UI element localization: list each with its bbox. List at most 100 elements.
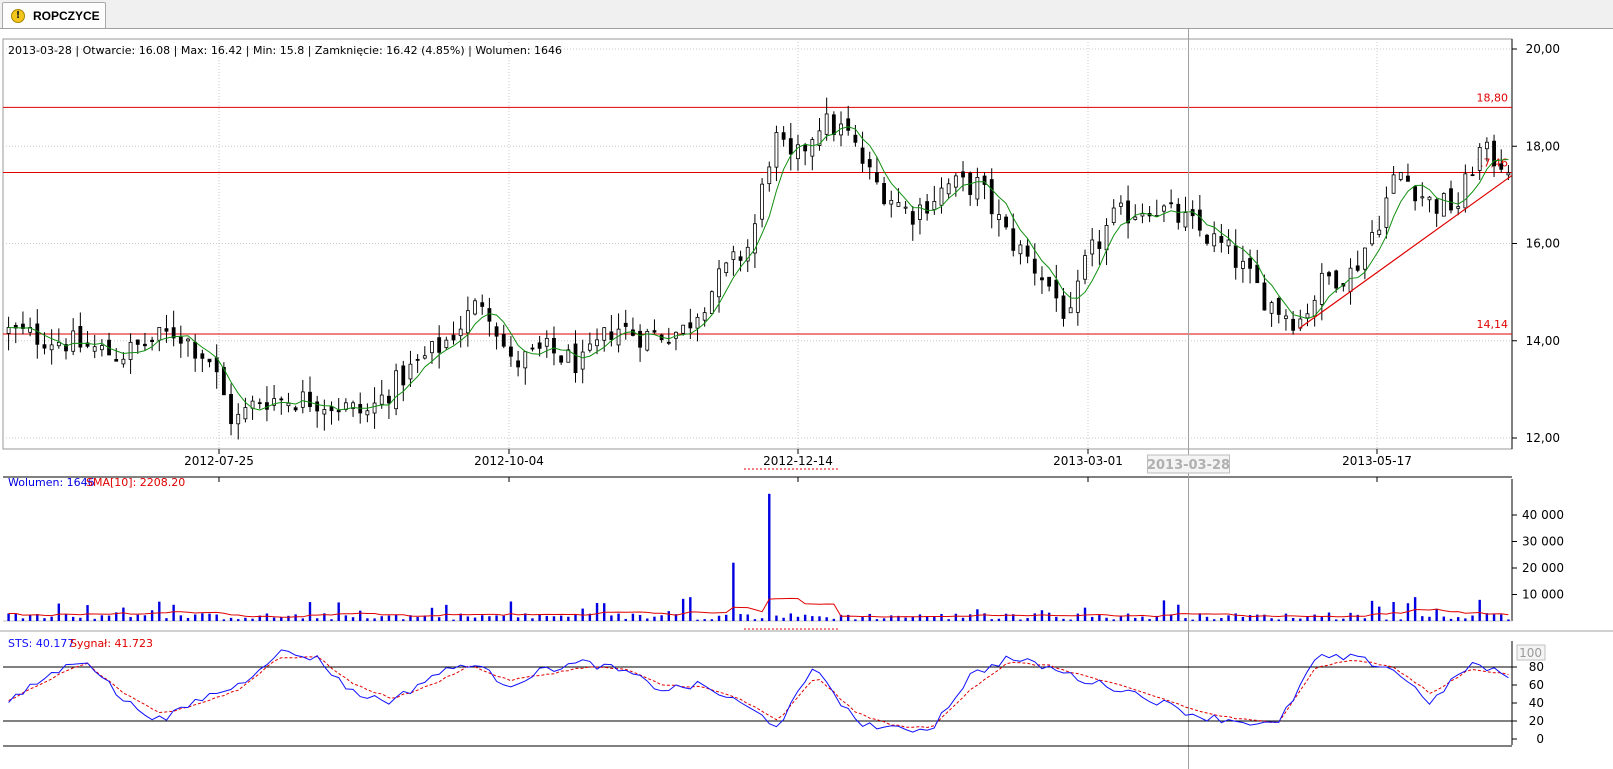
- x-tick-label: 2012-07-25: [184, 454, 254, 468]
- candle-body: [1398, 172, 1403, 180]
- candle-body: [121, 358, 126, 365]
- volume-bar: [1456, 617, 1460, 621]
- candle-body: [401, 365, 406, 386]
- candle-body: [56, 341, 61, 347]
- volume-bar: [1148, 618, 1151, 621]
- volume-bar: [875, 619, 879, 621]
- candle-body: [200, 353, 205, 359]
- candle-body: [623, 322, 628, 327]
- volume-bar: [93, 618, 96, 621]
- volume-bar: [567, 616, 570, 621]
- y-tick-label: 12,00: [1526, 431, 1560, 445]
- candle-body: [1176, 203, 1181, 223]
- volume-bar: [1478, 599, 1481, 621]
- candle-body: [451, 334, 456, 341]
- volume-bar: [136, 614, 139, 621]
- volume-bar: [158, 601, 161, 621]
- candle-body: [767, 166, 772, 185]
- volume-bar: [1047, 612, 1051, 621]
- y-tick-label: 10 000: [1522, 588, 1564, 602]
- volume-bar: [402, 619, 405, 621]
- candle-body: [1463, 173, 1468, 209]
- volume-bar: [997, 618, 1001, 621]
- candle-body: [1104, 225, 1109, 251]
- volume-bar: [768, 493, 771, 621]
- candle-body: [602, 327, 607, 341]
- volume-bar: [488, 616, 491, 621]
- volume-bar: [1507, 619, 1510, 621]
- volume-bar: [1277, 619, 1280, 621]
- volume-bar: [208, 613, 211, 621]
- volume-bar: [1392, 602, 1395, 621]
- volume-bar: [1062, 618, 1065, 621]
- volume-bar: [1270, 618, 1273, 621]
- volume-bar: [287, 615, 290, 621]
- volume-bar: [201, 613, 204, 621]
- candle-body: [164, 328, 169, 332]
- volume-bar: [1284, 613, 1288, 621]
- volume-bar: [50, 616, 53, 621]
- candle-body: [1068, 307, 1073, 314]
- candle-body: [1262, 282, 1267, 311]
- candle-body: [1083, 255, 1087, 280]
- candle-body: [523, 351, 528, 369]
- volume-bar: [1040, 610, 1044, 621]
- volume-bar: [703, 619, 706, 621]
- volume-bar: [280, 617, 283, 621]
- candle-body: [1456, 206, 1461, 209]
- candle-body: [1499, 163, 1504, 170]
- candle-body: [824, 113, 829, 135]
- volume-bar: [265, 613, 269, 621]
- volume-bar: [1191, 619, 1194, 621]
- sts-panel[interactable]: 80 60 40 20 0 100 STS: 40.177Sygnał: 41.723: [0, 630, 1613, 747]
- volume-bar: [1471, 615, 1474, 621]
- volume-bar: [1205, 616, 1209, 621]
- candle-body: [544, 338, 549, 347]
- volume-bar: [918, 614, 922, 621]
- volume-bar: [689, 597, 692, 621]
- candle-body: [1004, 216, 1008, 228]
- candle-body: [387, 395, 391, 404]
- y-tick-label: 60: [1529, 678, 1544, 692]
- candle-body: [1140, 213, 1145, 217]
- candle-body: [587, 343, 592, 351]
- candle-body: [638, 330, 642, 348]
- volume-bar: [1004, 613, 1008, 621]
- volume-bar: [1134, 617, 1137, 621]
- tab-label: ROPCZYCE: [33, 9, 100, 23]
- candle-body: [1054, 279, 1059, 299]
- candle-body: [688, 322, 693, 329]
- price-panel[interactable]: 2012-07-25 2012-10-04 2012-12-14 2013-03-01…: [2, 29, 1560, 769]
- volume-bar: [466, 616, 470, 621]
- volume-bar: [21, 618, 25, 621]
- volume-bar: [854, 619, 857, 621]
- candle-body: [1248, 258, 1252, 269]
- volume-bar: [638, 614, 642, 621]
- volume-bar: [1105, 617, 1108, 621]
- candle-body: [1370, 232, 1374, 245]
- volume-bar: [710, 619, 714, 621]
- volume-bar: [172, 604, 175, 621]
- candle-body: [925, 201, 930, 214]
- candle-body: [178, 336, 183, 344]
- volume-bar: [1184, 618, 1187, 621]
- volume-bar: [1299, 618, 1302, 621]
- candle-body: [78, 325, 83, 348]
- candle-body: [595, 339, 599, 347]
- volume-panel[interactable]: 40 000 30 000 20 000 10 000 Wolumen: 1646SMA…: [3, 476, 1564, 630]
- x-tick-label: 2013-03-01: [1053, 454, 1123, 468]
- level-label: 14,14: [1477, 318, 1509, 331]
- chart-area[interactable]: 2012-07-25 2012-10-04 2012-12-14 2013-03-01…: [0, 29, 1613, 769]
- candle-body: [1355, 265, 1360, 271]
- candle-body: [788, 138, 793, 155]
- candle-body: [49, 344, 54, 351]
- tab-ropczyce[interactable]: ! ROPCZYCE: [2, 2, 106, 28]
- volume-bar: [717, 615, 721, 621]
- candle-body: [430, 341, 434, 354]
- candle-body: [1449, 188, 1453, 211]
- volume-bar: [1435, 608, 1438, 621]
- volume-bar: [681, 598, 685, 621]
- volume-bar: [7, 613, 10, 621]
- volume-bar: [1334, 619, 1338, 621]
- volume-bar: [1428, 616, 1431, 621]
